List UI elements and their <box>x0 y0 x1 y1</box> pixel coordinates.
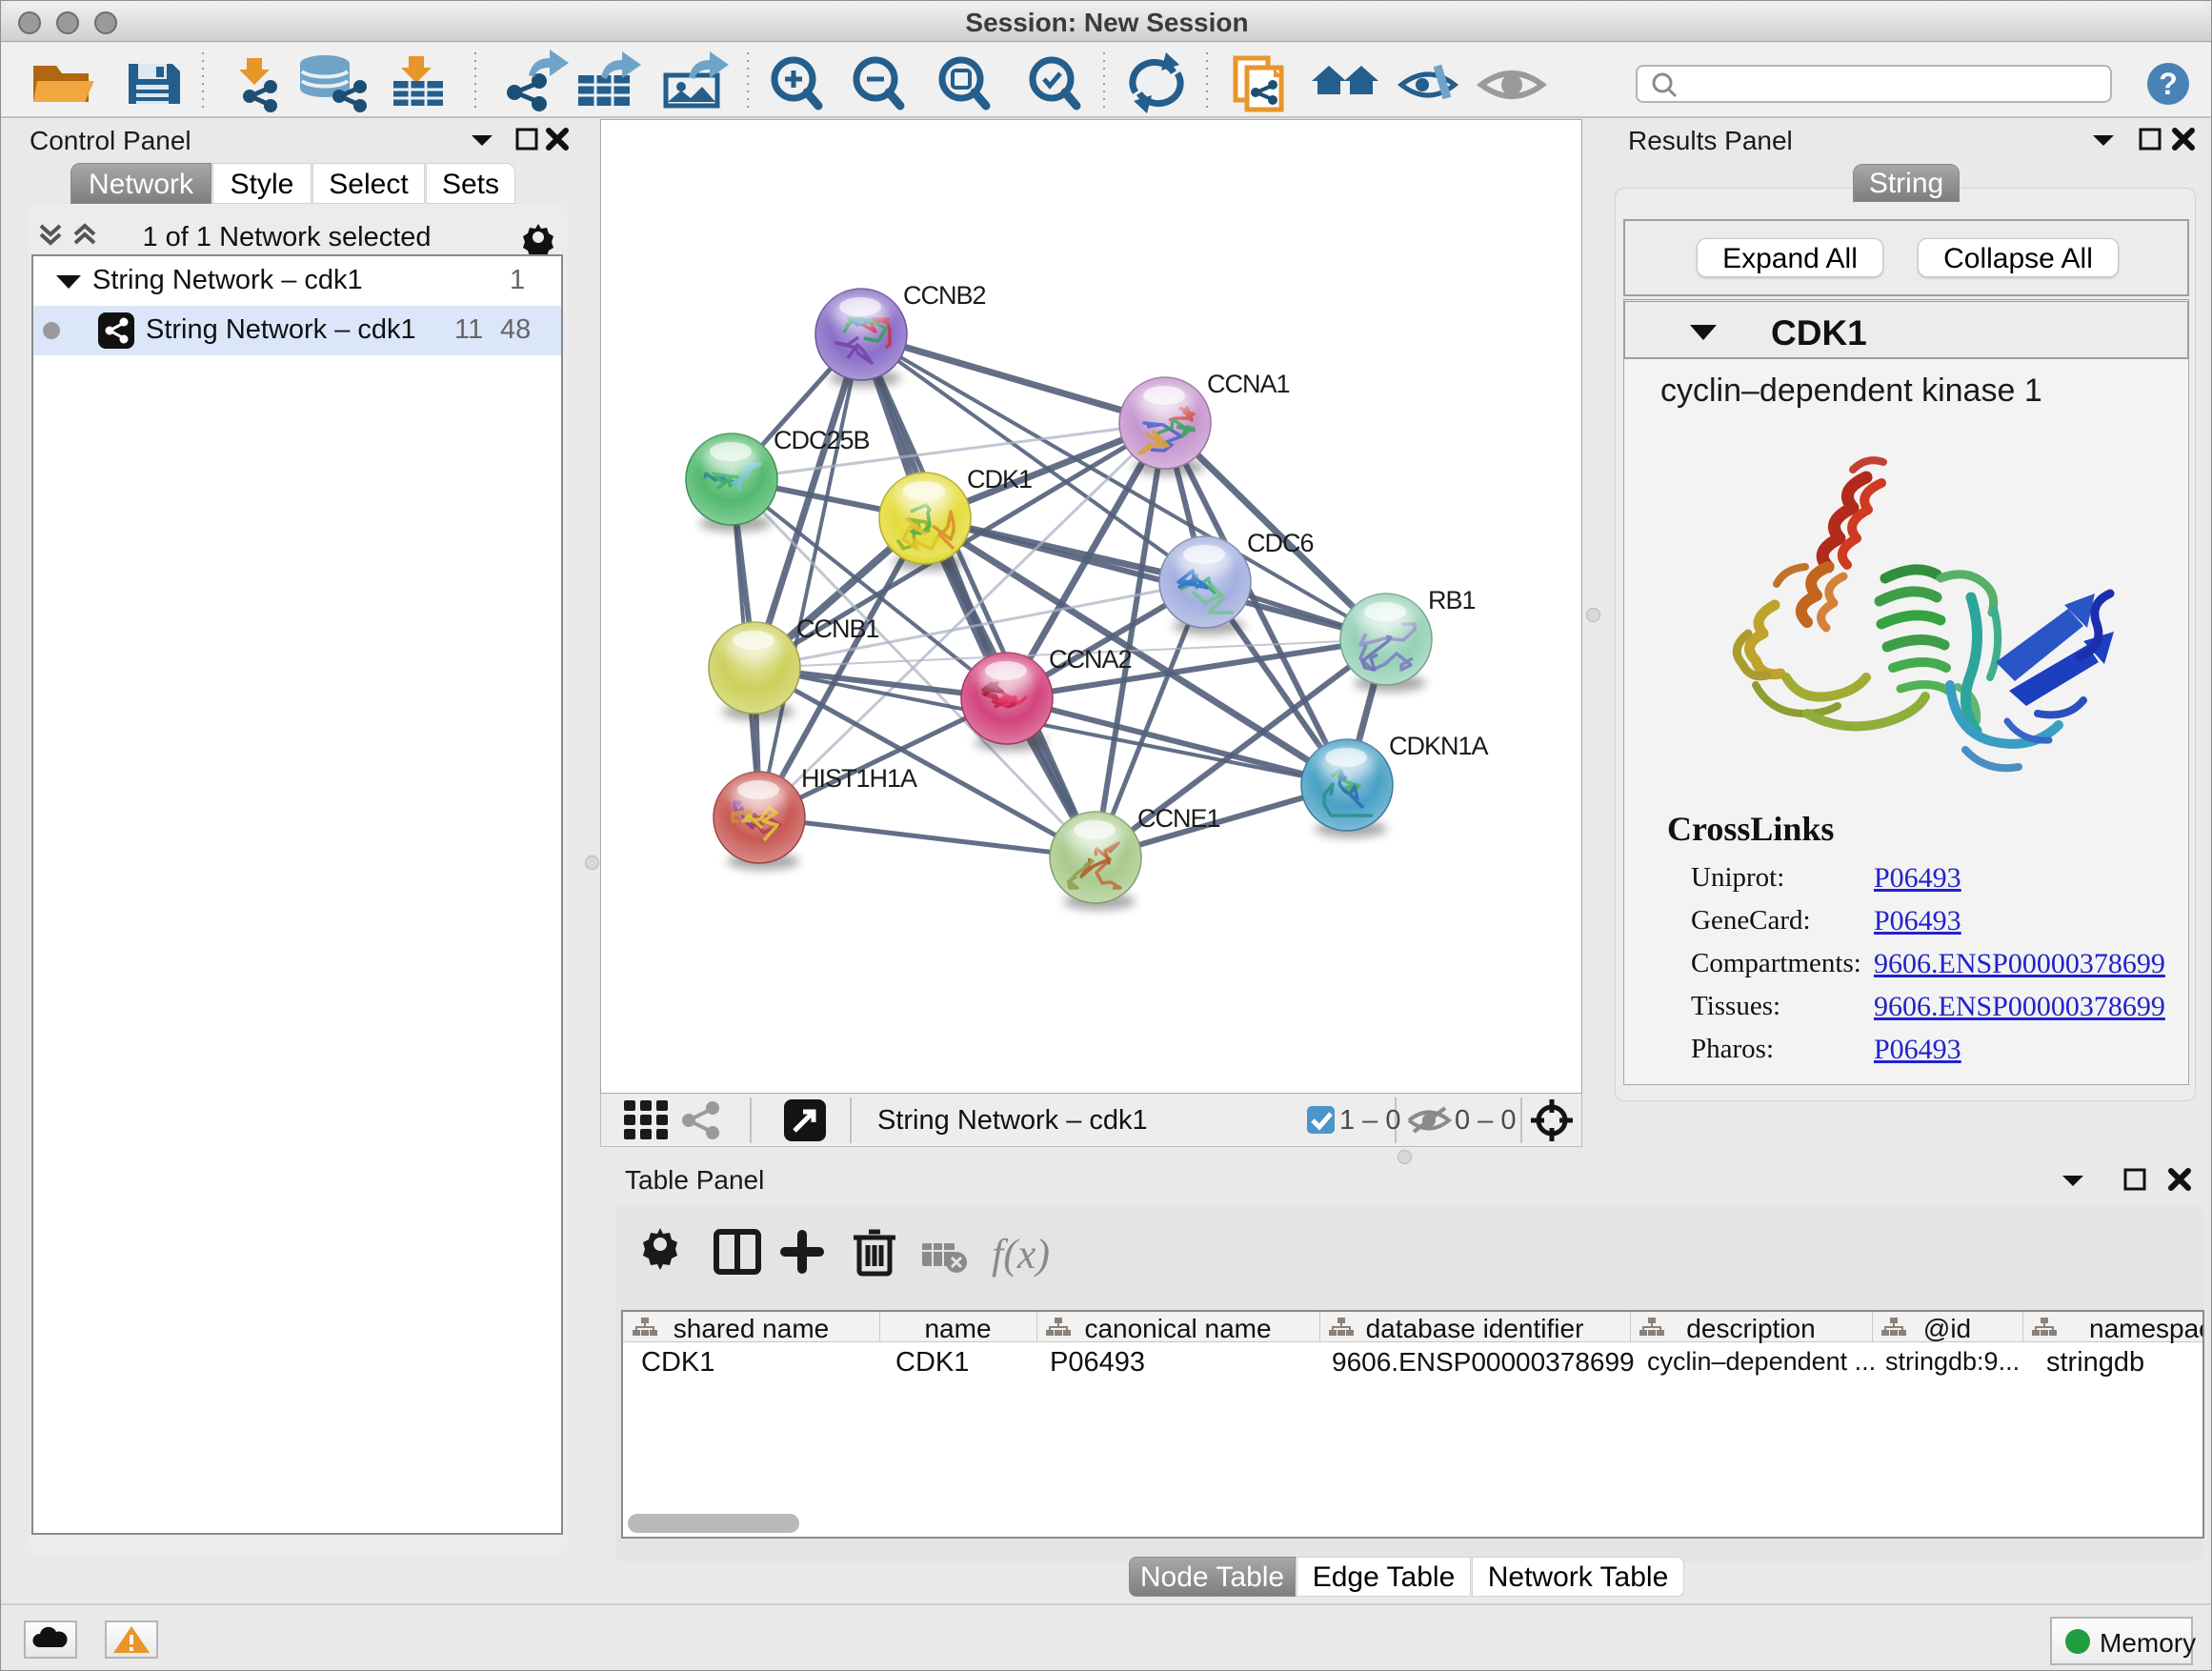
svg-text:CDC6: CDC6 <box>1247 529 1314 557</box>
svg-text:CCNE1: CCNE1 <box>1137 804 1220 833</box>
svg-text:HIST1H1A: HIST1H1A <box>801 764 917 793</box>
svg-text:CDC25B: CDC25B <box>774 426 870 454</box>
svg-text:CCNA1: CCNA1 <box>1207 370 1290 398</box>
svg-text:CDK1: CDK1 <box>967 465 1032 493</box>
svg-text:CDKN1A: CDKN1A <box>1389 732 1489 760</box>
svg-text:f(x): f(x) <box>992 1231 1050 1278</box>
svg-text:RB1: RB1 <box>1428 586 1476 614</box>
svg-text:CCNB1: CCNB1 <box>796 614 879 643</box>
svg-text:CCNA2: CCNA2 <box>1049 645 1132 674</box>
svg-text:CCNB2: CCNB2 <box>903 281 986 310</box>
